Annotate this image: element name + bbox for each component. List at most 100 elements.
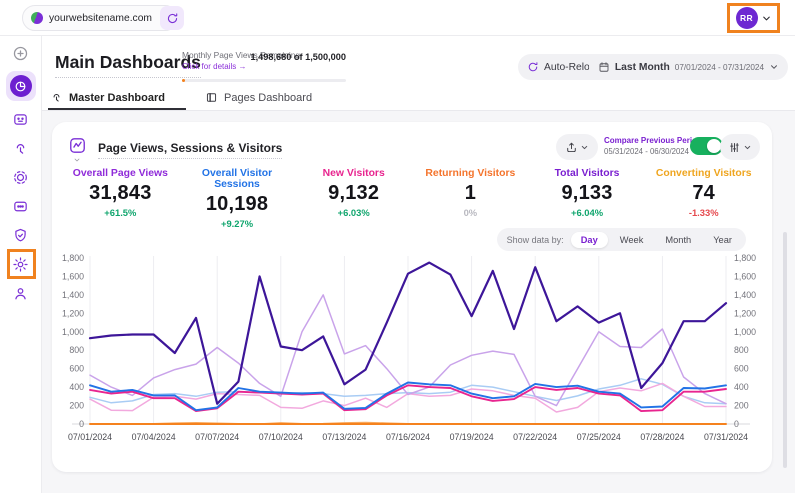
x-axis-label: 07/28/2024 bbox=[640, 432, 684, 442]
sidebar-item-add-website[interactable] bbox=[9, 42, 33, 64]
compare-range: 05/31/2024 - 06/30/2024 bbox=[604, 147, 686, 156]
visitor-location-icon bbox=[12, 285, 29, 302]
granularity-week[interactable]: Week bbox=[610, 232, 654, 248]
sidebar bbox=[0, 36, 42, 493]
toggle-knob bbox=[707, 139, 721, 153]
quota-details-link[interactable]: Click for details → bbox=[182, 62, 346, 71]
sidebar-item-behavior-analytics[interactable] bbox=[9, 137, 33, 159]
export-dropdown[interactable] bbox=[556, 134, 598, 160]
export-icon bbox=[565, 141, 578, 154]
y-axis-label-left: 800 bbox=[69, 345, 84, 355]
tab-label: Pages Dashboard bbox=[224, 92, 312, 104]
chevron-down-icon bbox=[743, 143, 752, 152]
sidebar-item-communication[interactable] bbox=[9, 195, 33, 217]
show-data-by-label: Show data by: bbox=[507, 235, 564, 245]
user-avatar[interactable]: RR bbox=[736, 7, 758, 29]
y-axis-label-right: 1,600 bbox=[734, 271, 756, 281]
quota-progress-fill bbox=[182, 79, 185, 82]
metric-label: Returning Visitors bbox=[412, 168, 529, 179]
granularity-day[interactable]: Day bbox=[571, 232, 608, 248]
granularity-options: DayWeekMonthYear bbox=[571, 232, 742, 248]
metric-label: Total Visitors bbox=[529, 168, 646, 179]
scrollbar[interactable] bbox=[783, 232, 787, 468]
touch-gesture-icon bbox=[50, 91, 63, 104]
page-views-sessions-visitors-panel: Page Views, Sessions & Visitors Compare … bbox=[52, 122, 772, 472]
chart-svg: 07/01/202407/04/202407/07/202407/10/2024… bbox=[60, 252, 764, 452]
sidebar-item-visitor-analytics[interactable] bbox=[9, 108, 33, 130]
page-title: Main Dashboards bbox=[55, 52, 201, 78]
y-axis-label-left: 1,400 bbox=[62, 290, 84, 300]
chevron-down-icon bbox=[761, 13, 772, 24]
line-chart: 07/01/202407/04/202407/07/202407/10/2024… bbox=[60, 252, 764, 452]
metrics-row: Overall Page Views 31,843 +61.5%Overall Vi… bbox=[62, 168, 762, 229]
date-range-value: 07/01/2024 - 07/31/2024 bbox=[675, 63, 764, 72]
metric-delta: +6.03% bbox=[295, 207, 412, 218]
avatar-initials: RR bbox=[740, 13, 753, 23]
y-axis-label-left: 400 bbox=[69, 382, 84, 392]
sidebar-item-privacy[interactable] bbox=[9, 224, 33, 246]
metric-overall-visitor-sessions: Overall Visitor Sessions10,198+9.27% bbox=[179, 168, 296, 229]
website-favicon-icon bbox=[31, 12, 43, 24]
sidebar-item-dashboards[interactable] bbox=[6, 71, 36, 101]
calendar-icon bbox=[598, 61, 610, 73]
chart-options-dropdown[interactable] bbox=[720, 134, 760, 160]
sidebar-item-visitor-location[interactable] bbox=[9, 282, 33, 304]
website-selector[interactable]: yourwebsitename.com bbox=[22, 5, 178, 31]
y-axis-label-right: 400 bbox=[734, 382, 749, 392]
sidebar-item-campaigns[interactable] bbox=[9, 166, 33, 188]
privacy-icon bbox=[12, 227, 29, 244]
add-website-icon bbox=[12, 45, 29, 62]
y-axis-label-right: 1,200 bbox=[734, 308, 756, 318]
y-axis-label-right: 800 bbox=[734, 345, 749, 355]
y-axis-label-left: 1,800 bbox=[62, 253, 84, 263]
pageviews-quota: Monthly Page Views Remaining Click for d… bbox=[182, 50, 346, 71]
x-axis-label: 07/19/2024 bbox=[450, 432, 494, 442]
x-axis-label: 07/04/2024 bbox=[132, 432, 176, 442]
compare-label: Compare Previous Period bbox=[604, 136, 686, 145]
y-axis-label-left: 1,600 bbox=[62, 271, 84, 281]
tab-pages-dashboard[interactable]: Pages Dashboard bbox=[205, 91, 312, 104]
metric-converting-visitors: Converting Visitors74-1.33% bbox=[645, 168, 762, 229]
panel-title: Page Views, Sessions & Visitors bbox=[98, 141, 282, 159]
y-axis-label-left: 1,000 bbox=[62, 327, 84, 337]
metric-delta: +61.5% bbox=[62, 207, 179, 218]
x-axis-label: 07/01/2024 bbox=[68, 432, 112, 442]
x-axis-label: 07/10/2024 bbox=[259, 432, 303, 442]
y-axis-label-right: 1,800 bbox=[734, 253, 756, 263]
metric-value: 31,843 bbox=[62, 182, 179, 205]
metric-delta: 0% bbox=[412, 207, 529, 218]
compare-toggle[interactable] bbox=[690, 137, 723, 155]
pages-window-icon bbox=[205, 91, 218, 104]
metric-total-visitors: Total Visitors9,133+6.04% bbox=[529, 168, 646, 229]
x-axis-label: 07/16/2024 bbox=[386, 432, 430, 442]
reload-website-button[interactable] bbox=[160, 6, 184, 30]
app-root: { "topbar": { "website_name": "yourwebsi… bbox=[0, 0, 795, 493]
y-axis-label-left: 1,200 bbox=[62, 308, 84, 318]
granularity-year[interactable]: Year bbox=[703, 232, 742, 248]
y-axis-label-left: 200 bbox=[69, 401, 84, 411]
chevron-down-icon bbox=[769, 62, 779, 72]
y-axis-label-right: 1,000 bbox=[734, 327, 756, 337]
date-range-dropdown[interactable]: Last Month 07/01/2024 - 07/31/2024 bbox=[589, 54, 788, 80]
tab-master-dashboard[interactable]: Master Dashboard bbox=[50, 91, 165, 104]
sidebar-item-settings[interactable] bbox=[9, 253, 33, 275]
x-axis-label: 07/31/2024 bbox=[704, 432, 748, 442]
sliders-icon bbox=[728, 141, 741, 154]
y-axis-label-left: 0 bbox=[79, 419, 84, 429]
header-divider bbox=[42, 110, 795, 111]
topbar: yourwebsitename.com RR bbox=[0, 0, 795, 36]
metric-label: Overall Page Views bbox=[62, 168, 179, 179]
granularity-month[interactable]: Month bbox=[655, 232, 701, 248]
behavior-analytics-icon bbox=[12, 140, 29, 157]
chevron-down-icon[interactable] bbox=[73, 156, 81, 164]
x-axis-label: 07/25/2024 bbox=[577, 432, 621, 442]
metric-new-visitors: New Visitors9,132+6.03% bbox=[295, 168, 412, 229]
metric-value: 10,198 bbox=[179, 193, 296, 216]
metric-label: Converting Visitors bbox=[645, 168, 762, 179]
metric-delta: +6.04% bbox=[529, 207, 646, 218]
quota-progress-bar bbox=[182, 79, 346, 82]
show-data-by-control: Show data by: DayWeekMonthYear bbox=[497, 228, 746, 251]
y-axis-label-right: 600 bbox=[734, 364, 749, 374]
metric-overall-page-views: Overall Page Views 31,843 +61.5% bbox=[62, 168, 179, 229]
y-axis-label-right: 0 bbox=[734, 419, 739, 429]
